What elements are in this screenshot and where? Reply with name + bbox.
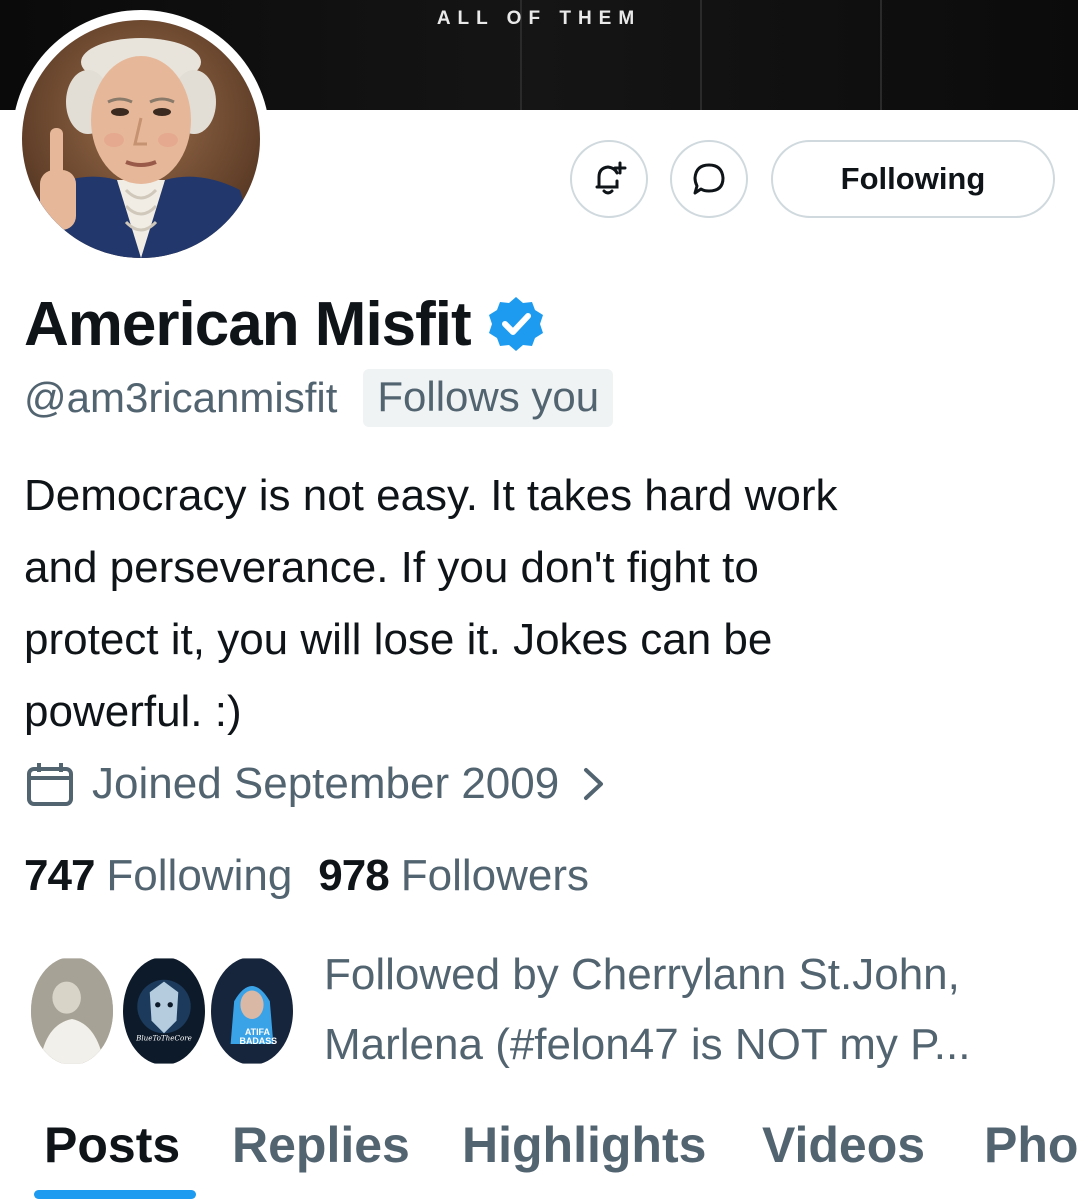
follower-avatar-caption: BADASS xyxy=(240,1036,278,1046)
verified-badge-icon[interactable] xyxy=(487,295,545,353)
message-icon xyxy=(693,163,725,195)
followers-count[interactable]: 978 xyxy=(318,851,389,901)
follower-avatar-caption: BlueToTheCore xyxy=(135,1033,192,1042)
tab-highlights[interactable]: Highlights xyxy=(462,1110,706,1190)
joined-date: Joined September 2009 xyxy=(92,759,560,808)
follower-avatar[interactable]: ATIFA BADASS xyxy=(206,952,298,1070)
handle: @am3ricanmisfit xyxy=(24,374,338,421)
followers-label[interactable]: Followers xyxy=(401,851,589,901)
active-tab-indicator xyxy=(34,1190,196,1199)
name-row: American Misfit xyxy=(24,288,545,360)
notify-bell-button[interactable] xyxy=(570,140,648,218)
chevron-right-icon xyxy=(584,768,604,800)
bio-line: protect it, you will lose it. Jokes can … xyxy=(24,615,773,664)
tab-posts[interactable]: Posts xyxy=(44,1110,180,1190)
following-count[interactable]: 747 xyxy=(24,851,95,901)
handle-row: @am3ricanmisfit Follows you xyxy=(24,366,614,430)
message-button[interactable] xyxy=(670,140,748,218)
follow-stats: 747 Following 978 Followers xyxy=(24,846,589,906)
display-name: American Misfit xyxy=(24,289,472,359)
bell-plus-icon xyxy=(595,161,627,195)
tab-videos[interactable]: Videos xyxy=(762,1110,925,1190)
bio-line: and perseverance. If you don't fight to xyxy=(24,543,759,592)
calendar-icon xyxy=(27,763,73,806)
bio: Democracy is not easy. It takes hard wor… xyxy=(24,460,1054,748)
joined-row[interactable]: Joined September 2009 xyxy=(24,754,607,814)
bio-line: powerful. :) xyxy=(24,687,242,736)
follower-avatar[interactable] xyxy=(26,952,118,1070)
followed-by-line: Followed by Cherrylann St.John, xyxy=(324,950,960,999)
followed-by-text[interactable]: Followed by Cherrylann St.John, Marlena … xyxy=(324,940,1064,1080)
profile-avatar[interactable] xyxy=(12,10,270,268)
bio-line: Democracy is not easy. It takes hard wor… xyxy=(24,471,838,520)
tab-photos[interactable]: Pho xyxy=(984,1110,1078,1190)
follower-avatar[interactable]: BlueToTheCore xyxy=(118,952,210,1070)
following-button[interactable]: Following xyxy=(771,140,1055,218)
tab-replies[interactable]: Replies xyxy=(232,1110,410,1190)
following-label[interactable]: Following xyxy=(106,851,292,901)
followed-by-line: Marlena (#felon47 is NOT my P... xyxy=(324,1020,971,1069)
follows-you-badge: Follows you xyxy=(363,369,614,427)
profile-tabs: Posts Replies Highlights Videos Pho xyxy=(0,1110,1078,1200)
